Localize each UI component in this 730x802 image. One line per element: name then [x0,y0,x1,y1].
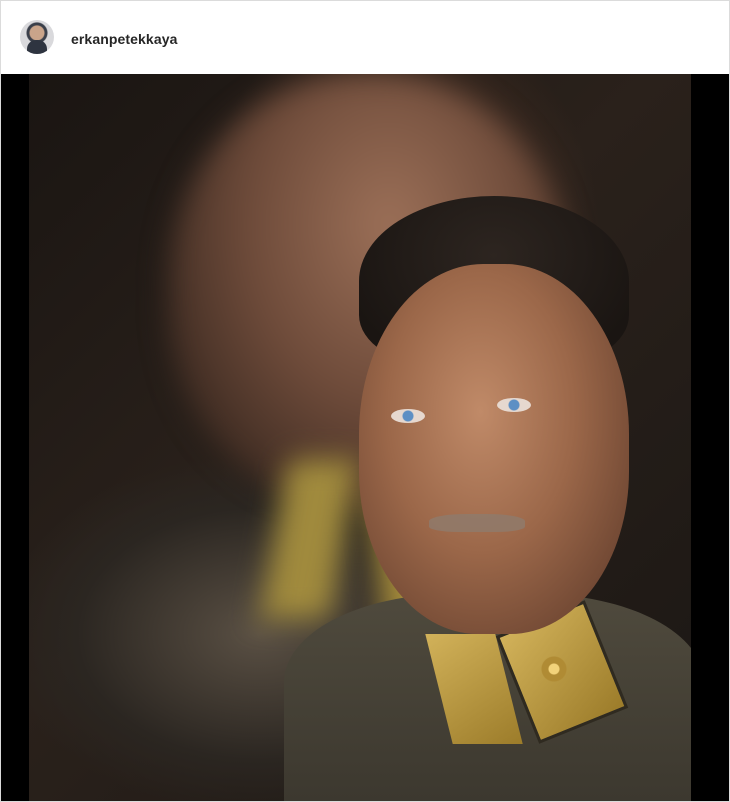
author-avatar[interactable] [20,20,54,54]
collar-insignia-icon [534,649,574,689]
photo-eye-left [391,409,425,423]
photo-portrait-face [359,264,629,634]
post-header: erkanpetekkaya [1,1,729,74]
author-username[interactable]: erkanpetekkaya [71,31,177,47]
post-photo [29,74,691,801]
photo-mustache [429,514,525,532]
post-photo-frame[interactable] [1,74,729,801]
photo-eye-right [497,398,531,412]
avatar-silhouette [27,40,47,54]
instagram-post: erkanpetekkaya [0,0,730,802]
